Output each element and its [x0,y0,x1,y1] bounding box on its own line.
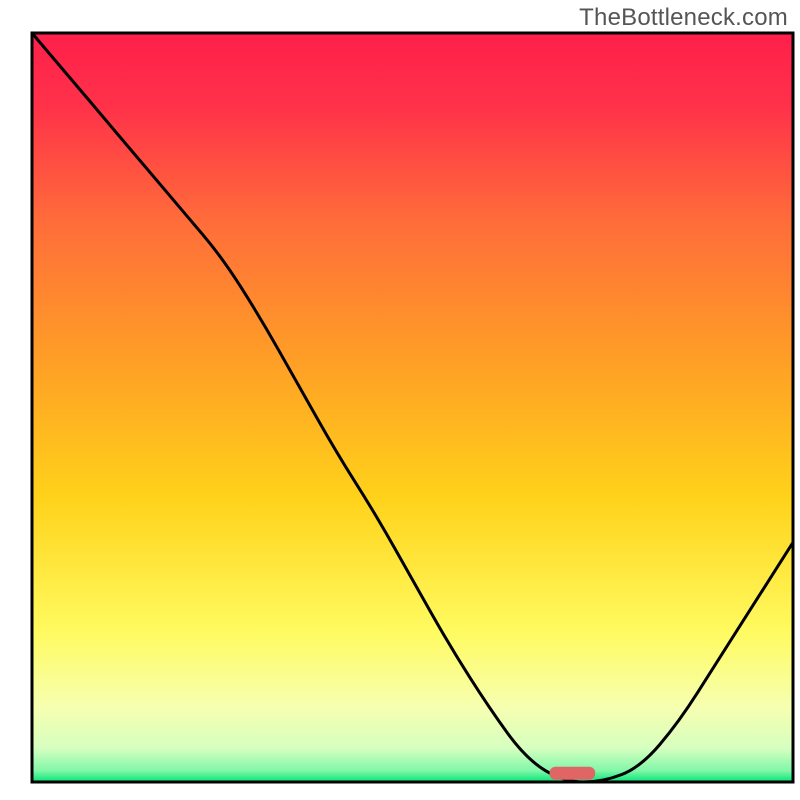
valley-marker [550,767,596,780]
chart-svg [0,0,800,800]
plot-background [32,33,793,782]
chart-stage: TheBottleneck.com [0,0,800,800]
watermark-label: TheBottleneck.com [579,4,788,32]
